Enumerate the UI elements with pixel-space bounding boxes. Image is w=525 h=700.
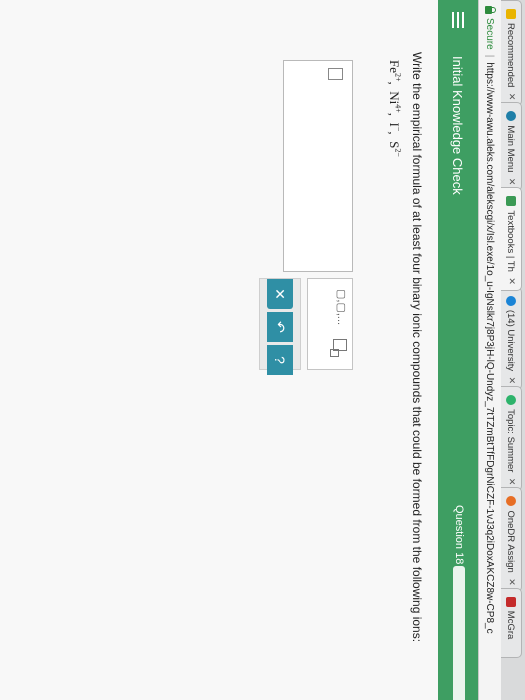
clear-button[interactable]: ✕ <box>267 279 293 309</box>
ion: Fe2+ <box>386 60 402 82</box>
list-template-icon[interactable]: ▢,▢,... <box>335 289 348 325</box>
textbook-icon <box>506 196 516 207</box>
onedr-icon <box>506 496 516 507</box>
question-icon: ? <box>272 356 288 364</box>
question-prompt: Write the empirical formula of at least … <box>410 52 424 643</box>
tab-label: McGra <box>505 610 517 640</box>
ion: Ni4+ <box>386 91 402 113</box>
help-button[interactable]: ? <box>267 345 293 375</box>
answer-input[interactable] <box>283 60 353 272</box>
divider: | <box>484 54 496 58</box>
question-number: Question 18 <box>453 505 465 565</box>
tab-mcgraw[interactable]: McGra <box>501 587 522 659</box>
close-icon[interactable]: ✕ <box>506 578 517 586</box>
url-text[interactable]: https://www-awu.aleks.com/alekscgi/x/Isl… <box>485 62 496 633</box>
ion: I− <box>386 122 402 132</box>
hamburger-menu-icon[interactable] <box>452 12 464 28</box>
progress-bar <box>453 566 465 700</box>
tab-strip: Recommended ✕ Main Menu ✕ Textbooks | Th… <box>500 0 525 700</box>
tab-topic-summer[interactable]: Topic: Summer ✕ <box>501 386 522 492</box>
tab-university[interactable]: (14) University ✕ <box>501 286 522 391</box>
tab-onedr-assign[interactable]: OneDR Assign ✕ <box>501 487 522 592</box>
page-title: Initial Knowledge Check <box>450 56 466 195</box>
undo-icon: ↶ <box>272 321 289 333</box>
mcgraw-icon <box>506 596 516 607</box>
secure-label: Secure <box>484 18 496 50</box>
tab-label: Textbooks | Th <box>505 210 517 272</box>
address-bar[interactable]: Secure | https://www-awu.aleks.com/aleks… <box>478 0 501 700</box>
topic-icon <box>506 395 516 406</box>
tab-label: (14) University <box>505 309 517 372</box>
formula-toolbox: ▢,▢,... <box>307 278 353 370</box>
tab-label: Recommended <box>505 23 517 88</box>
close-icon: ✕ <box>272 288 289 300</box>
recommended-icon <box>506 9 516 19</box>
tab-label: Topic: Summer <box>505 409 517 473</box>
close-icon[interactable]: ✕ <box>506 377 517 385</box>
university-icon <box>506 295 516 306</box>
close-icon[interactable]: ✕ <box>506 178 517 186</box>
tab-textbooks[interactable]: Textbooks | Th ✕ <box>501 187 522 291</box>
tab-label: OneDR Assign <box>505 510 517 573</box>
tab-recommended[interactable]: Recommended ✕ <box>501 0 522 107</box>
ion-list: Fe2+, Ni4+, I−, S2− <box>386 60 402 157</box>
tab-main-menu[interactable]: Main Menu ✕ <box>501 102 522 192</box>
aleks-icon <box>506 111 516 122</box>
lock-icon <box>485 6 493 14</box>
close-icon[interactable]: ✕ <box>506 93 517 101</box>
close-icon[interactable]: ✕ <box>506 277 517 285</box>
undo-button[interactable]: ↶ <box>267 312 293 342</box>
action-buttons: ✕ ↶ ? <box>259 278 301 375</box>
ion: S2− <box>386 141 402 157</box>
aleks-header: Initial Knowledge Check Question 18 <box>438 0 478 700</box>
close-icon[interactable]: ✕ <box>506 478 517 486</box>
main-content: Write the empirical formula of at least … <box>0 0 438 700</box>
rotated-screenshot: Recommended ✕ Main Menu ✕ Textbooks | Th… <box>0 0 525 700</box>
subscript-box <box>330 349 339 357</box>
input-cursor-box <box>328 68 343 80</box>
tab-label: Main Menu <box>505 125 517 173</box>
